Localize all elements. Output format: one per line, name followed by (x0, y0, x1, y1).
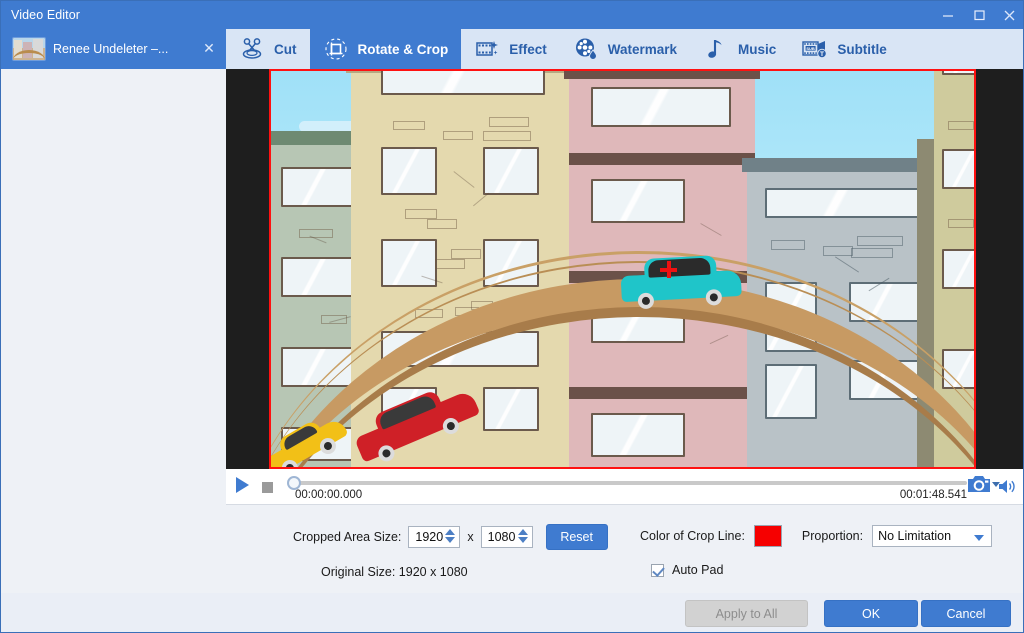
seek-knob[interactable] (287, 476, 301, 490)
chevron-down-icon (974, 535, 985, 541)
tab-music[interactable]: Music (690, 29, 789, 69)
maximize-button[interactable] (963, 1, 994, 29)
original-size-label: Original Size: 1920 x 1080 (321, 565, 468, 579)
tab-cut[interactable]: Cut (226, 29, 310, 69)
auto-pad-row: Auto Pad (651, 563, 723, 577)
apply-to-all-button[interactable]: Apply to All (685, 600, 808, 627)
video-preview-stage[interactable]: ˅ (226, 69, 1023, 469)
auto-pad-checkbox[interactable] (651, 563, 664, 577)
crop-width-arrows (445, 529, 456, 543)
film-reel-drop-icon (573, 36, 599, 62)
size-multiply-label: x (467, 530, 474, 544)
snapshot-button[interactable] (966, 473, 992, 500)
crop-rotate-icon (323, 36, 349, 62)
window-controls (932, 1, 1023, 29)
video-editor-window: Video Editor Renee Undeleter –... ✕ Cut … (0, 0, 1024, 633)
proportion-label: Proportion: (801, 529, 864, 543)
volume-button[interactable] (998, 478, 1017, 500)
crop-crosshair-cursor (660, 261, 677, 278)
crop-width-stepper[interactable]: 1920 (408, 526, 461, 548)
cropped-area-size-label: Cropped Area Size: (293, 530, 402, 544)
stop-button[interactable] (262, 482, 273, 493)
svg-text:T: T (820, 51, 824, 58)
crop-line-color-swatch[interactable] (753, 525, 782, 547)
title-bar: Video Editor (1, 1, 1023, 29)
file-tab-close-icon[interactable]: ✕ (200, 40, 218, 57)
close-button[interactable] (994, 1, 1023, 29)
music-note-icon (703, 36, 729, 62)
seek-track[interactable] (295, 481, 967, 485)
tab-effect-label: Effect (509, 41, 547, 57)
auto-pad-label: Auto Pad (672, 563, 724, 577)
dialog-footer: Apply to All OK Cancel (1, 593, 1023, 632)
tab-subtitle[interactable]: SUB T Subtitle (789, 29, 900, 69)
window-title: Video Editor (11, 8, 81, 22)
proportion-value: No Limitation (878, 529, 952, 543)
tab-watermark[interactable]: Watermark (560, 29, 690, 69)
total-time-label: 00:01:48.541 (899, 489, 967, 501)
original-size-row: Original Size: 1920 x 1080 (321, 565, 468, 579)
tab-rotate-and-crop[interactable]: Rotate & Crop (309, 29, 462, 69)
crop-height-stepper[interactable]: 1080 (480, 526, 533, 548)
crop-width-value: 1920 (415, 530, 444, 544)
tab-subtitle-label: Subtitle (837, 41, 887, 57)
car-teal (620, 255, 744, 310)
tab-rotate-and-crop-label: Rotate & Crop (357, 41, 449, 57)
seek-bar[interactable]: 00:00:00.000 00:01:48.541 (283, 469, 1017, 505)
film-sparkle-icon (474, 36, 500, 62)
crop-height-decrement-icon[interactable] (517, 537, 528, 543)
file-tab-renee-undeleter[interactable]: Renee Undeleter –... ✕ (1, 29, 226, 69)
color-of-crop-line-label: Color of Crop Line: (640, 529, 745, 543)
crop-width-increment-icon[interactable] (445, 529, 456, 535)
video-frame (269, 69, 976, 469)
crop-line-color-row: Color of Crop Line: Proportion: No Limit… (640, 525, 993, 547)
reset-button[interactable]: Reset (545, 524, 608, 550)
play-button[interactable] (234, 476, 251, 499)
cancel-button[interactable]: Cancel (921, 600, 1011, 627)
tab-effect[interactable]: Effect (461, 29, 560, 69)
proportion-select[interactable]: No Limitation (872, 525, 993, 547)
tab-row: Renee Undeleter –... ✕ Cut Rotate & Crop… (1, 29, 1023, 69)
crop-height-arrows (517, 529, 528, 543)
crop-settings-panel: Cropped Area Size: 1920 x 1080 Reset Ori… (1, 505, 1023, 593)
editor-toolbar: Cut Rotate & Crop Effect Watermark Music… (226, 29, 1023, 69)
crop-height-value: 1080 (487, 530, 516, 544)
tab-cut-label: Cut (274, 41, 297, 57)
file-tab-label: Renee Undeleter –... (53, 41, 169, 56)
crop-width-decrement-icon[interactable] (445, 537, 456, 543)
cropped-area-size-row: Cropped Area Size: 1920 x 1080 Reset (293, 524, 608, 550)
crop-height-increment-icon[interactable] (517, 529, 528, 535)
player-bar: 00:00:00.000 00:01:48.541 (226, 469, 1023, 505)
video-thumbnail-icon (13, 37, 45, 60)
current-time-label: 00:00:00.000 (295, 489, 363, 501)
tab-watermark-label: Watermark (607, 41, 678, 57)
minimize-button[interactable] (932, 1, 963, 29)
svg-text:SUB: SUB (807, 46, 816, 51)
subtitle-icon: SUB T (802, 36, 828, 62)
ok-button[interactable]: OK (824, 600, 918, 627)
scissors-icon (239, 36, 265, 62)
tab-music-label: Music (738, 41, 777, 57)
